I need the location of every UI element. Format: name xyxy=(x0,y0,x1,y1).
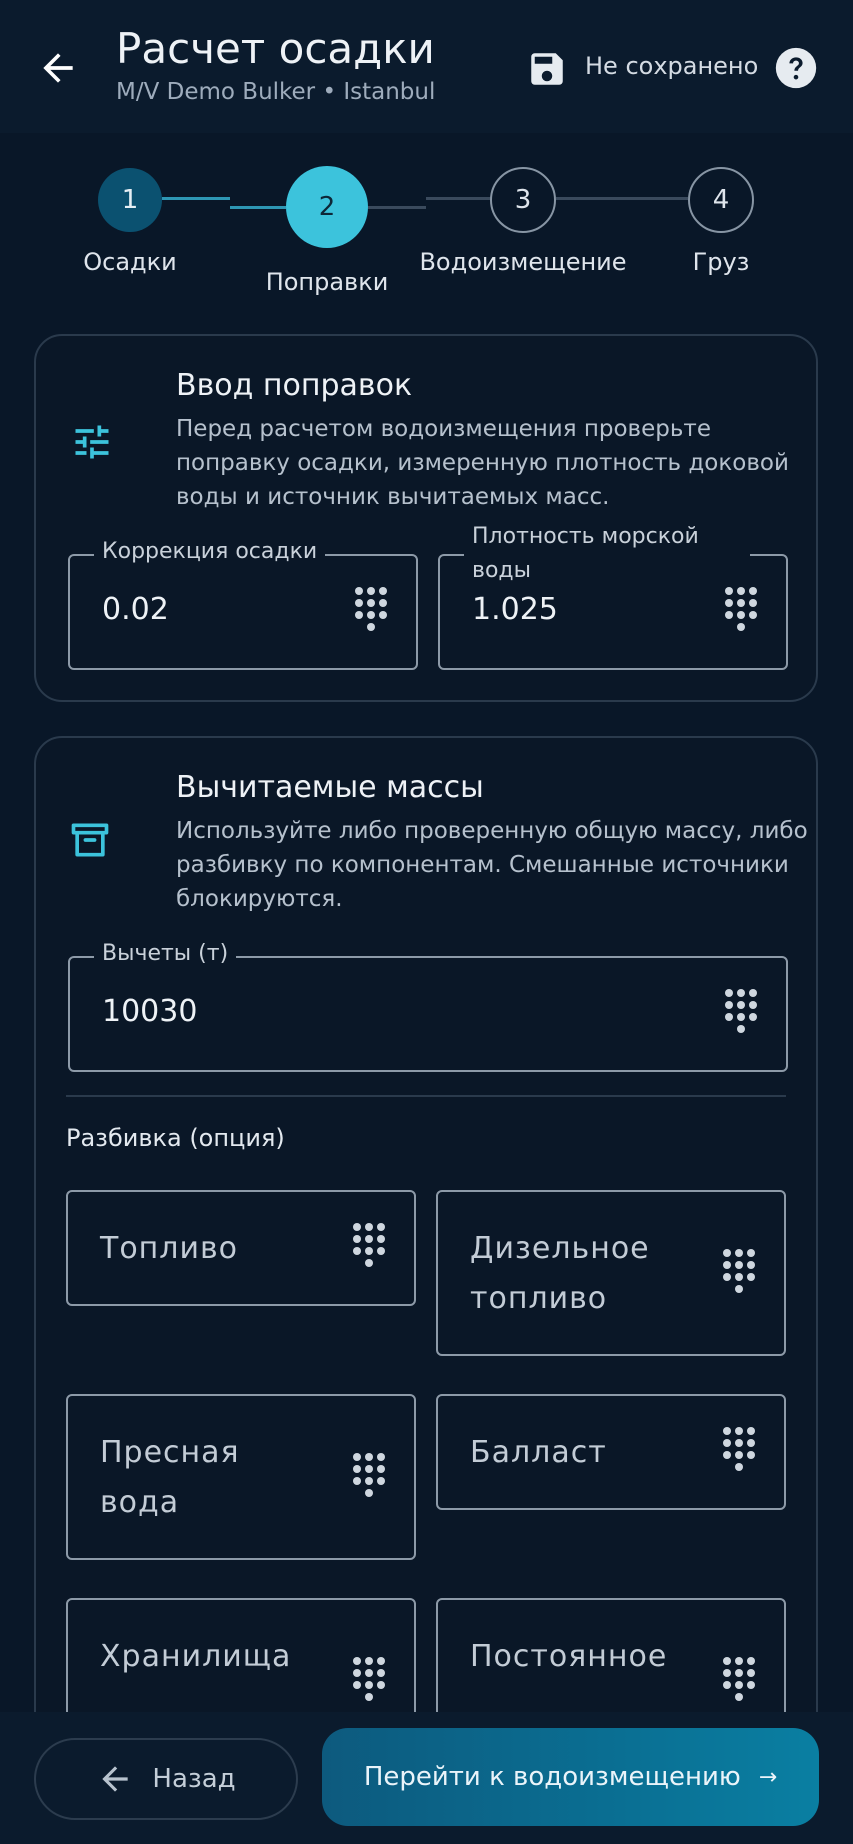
deductibles-description: Используйте либо проверенную общую массу… xyxy=(176,818,808,912)
fuel-field[interactable]: Топливо xyxy=(66,1190,416,1306)
step-3-label: Водоизмещение xyxy=(419,248,627,276)
step-connector xyxy=(230,206,286,209)
diesel-field[interactable]: Дизельное топливо xyxy=(436,1190,786,1356)
back-button-label: Назад xyxy=(152,1764,236,1794)
deductions-label: Вычеты (т) xyxy=(94,941,237,966)
corrections-title: Ввод поправок xyxy=(176,368,413,403)
arrow-left-icon xyxy=(102,1766,129,1792)
sea-density-label: Плотность морской воды xyxy=(464,520,750,588)
go-to-displacement-button[interactable]: Перейти к водоизмещению → xyxy=(322,1728,819,1826)
dialpad-icon[interactable] xyxy=(350,1220,388,1280)
step-connector xyxy=(426,197,492,200)
sea-density-value[interactable]: 1.025 xyxy=(472,592,558,627)
deductions-field[interactable]: Вычеты (т) 10030 xyxy=(68,941,788,1072)
dialpad-icon[interactable] xyxy=(722,986,760,1046)
dialpad-icon[interactable] xyxy=(350,1450,388,1510)
step-connector xyxy=(162,197,230,200)
step-1-label: Осадки xyxy=(83,248,177,276)
constant-placeholder: Постоянное xyxy=(470,1639,668,1674)
app-bar: Расчет осадки M/V Demo Bulker • Istanbul… xyxy=(0,0,853,133)
step-1-number: 1 xyxy=(121,185,139,215)
step-1-circle[interactable]: 1 xyxy=(98,168,162,232)
step-4-label: Груз xyxy=(692,248,750,276)
dialpad-icon[interactable] xyxy=(350,1654,388,1714)
ballast-placeholder: Балласт xyxy=(470,1435,607,1470)
dialpad-icon[interactable] xyxy=(720,1424,758,1484)
page-title: Расчет осадки xyxy=(116,24,435,73)
sea-density-field[interactable]: Плотность морской воды 1.025 xyxy=(438,520,788,670)
draft-correction-label: Коррекция осадки xyxy=(94,539,326,564)
dialpad-icon[interactable] xyxy=(720,1654,758,1714)
page-subtitle: M/V Demo Bulker • Istanbul xyxy=(116,79,436,105)
step-connector xyxy=(556,197,688,200)
breakdown-label: Разбивка (опция) xyxy=(66,1124,285,1152)
fuel-placeholder: Топливо xyxy=(100,1231,239,1266)
arrow-right-icon: → xyxy=(758,1764,778,1790)
step-2-label: Поправки xyxy=(265,268,389,296)
save-status: Не сохранено xyxy=(585,52,759,80)
archive-icon xyxy=(71,823,109,857)
help-icon[interactable] xyxy=(774,46,818,90)
diesel-placeholder: Дизельное топливо xyxy=(470,1231,650,1316)
step-4-number: 4 xyxy=(712,185,730,215)
dialpad-icon[interactable] xyxy=(720,1246,758,1306)
step-2-number: 2 xyxy=(318,192,336,222)
step-3-number: 3 xyxy=(514,185,532,215)
step-connector xyxy=(368,206,426,209)
dialpad-icon[interactable] xyxy=(352,584,390,644)
save-icon[interactable] xyxy=(526,48,568,90)
deductions-value[interactable]: 10030 xyxy=(102,994,197,1029)
draft-correction-value[interactable]: 0.02 xyxy=(102,592,169,627)
fresh-water-field[interactable]: Пресная вода xyxy=(66,1394,416,1560)
draft-correction-field[interactable]: Коррекция осадки 0.02 xyxy=(68,539,418,670)
deductibles-title: Вычитаемые массы xyxy=(176,770,484,805)
storage-placeholder: Хранилища xyxy=(100,1639,292,1674)
corrections-card: Ввод поправок Перед расчетом водоизмещен… xyxy=(34,334,818,702)
back-arrow-icon[interactable] xyxy=(36,46,80,90)
tune-icon xyxy=(75,425,109,459)
fresh-water-placeholder: Пресная вода xyxy=(100,1435,240,1520)
step-2-circle[interactable]: 2 xyxy=(286,166,368,248)
back-button[interactable]: Назад xyxy=(34,1738,298,1820)
divider xyxy=(66,1095,786,1097)
step-3-circle[interactable]: 3 xyxy=(490,167,556,233)
ballast-field[interactable]: Балласт xyxy=(436,1394,786,1510)
dialpad-icon[interactable] xyxy=(722,584,760,644)
step-4-circle[interactable]: 4 xyxy=(688,167,754,233)
corrections-description: Перед расчетом водоизмещения проверьте п… xyxy=(176,416,789,510)
next-button-label: Перейти к водоизмещению xyxy=(363,1762,741,1792)
